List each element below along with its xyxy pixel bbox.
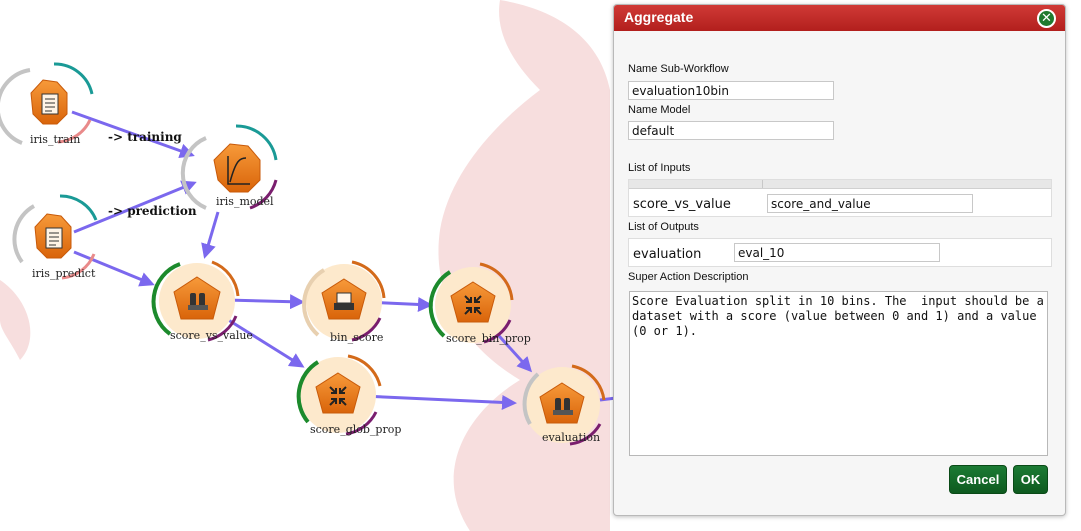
column-divider bbox=[762, 180, 763, 188]
inputs-table-header bbox=[629, 180, 1051, 189]
node-label: iris_predict bbox=[32, 267, 96, 280]
node-evaluation[interactable]: evaluation bbox=[522, 364, 606, 446]
inputs-table: score_vs_value score_and_value bbox=[628, 179, 1052, 217]
edge-glob-to-eval bbox=[361, 394, 517, 410]
node-label: score_vs_value bbox=[170, 329, 253, 342]
node-iris-predict[interactable]: iris_predict bbox=[12, 194, 98, 280]
name-model-input[interactable]: default bbox=[628, 121, 834, 140]
edge-label-training: -> training bbox=[108, 130, 182, 144]
dialog-title: Aggregate bbox=[624, 9, 694, 25]
aggregate-dialog: Aggregate ✕ Name Sub-Workflow evaluation… bbox=[613, 4, 1066, 516]
dialog-header[interactable]: Aggregate ✕ bbox=[614, 5, 1065, 31]
node-iris-model[interactable]: iris_model bbox=[180, 124, 278, 210]
input-value-field[interactable]: score_and_value bbox=[767, 194, 973, 213]
description-textarea[interactable]: Score Evaluation split in 10 bins. The i… bbox=[629, 291, 1048, 456]
close-icon: ✕ bbox=[1041, 11, 1052, 26]
printer-icon bbox=[334, 292, 354, 310]
input-name-cell: score_vs_value bbox=[633, 197, 731, 212]
edge-model-to-score bbox=[201, 211, 220, 259]
node-label: evaluation bbox=[542, 431, 600, 444]
document-icon bbox=[41, 93, 59, 115]
inputs-label: List of Inputs bbox=[628, 162, 691, 174]
node-label: score_bin_prop bbox=[446, 332, 531, 345]
watermark-logo bbox=[0, 0, 610, 531]
output-name-cell: evaluation bbox=[633, 247, 702, 262]
outputs-table: evaluation eval_10 bbox=[628, 238, 1052, 267]
name-subworkflow-label: Name Sub-Workflow bbox=[628, 63, 729, 75]
edge-score-to-bin bbox=[225, 294, 305, 310]
node-label: bin_score bbox=[330, 331, 383, 344]
name-model-label: Name Model bbox=[628, 104, 691, 116]
edge-label-prediction: -> prediction bbox=[108, 204, 197, 218]
node-score-vs-value[interactable]: score_vs_value bbox=[151, 260, 253, 342]
node-bin-score[interactable]: bin_score bbox=[302, 260, 386, 344]
outputs-label: List of Outputs bbox=[628, 221, 699, 233]
cancel-button[interactable]: Cancel bbox=[949, 465, 1007, 494]
node-label: iris_model bbox=[216, 195, 274, 208]
document-icon bbox=[45, 227, 63, 249]
node-iris-train[interactable]: iris_train bbox=[0, 62, 94, 146]
node-label: score_glob_prop bbox=[310, 423, 401, 436]
node-label: iris_train bbox=[30, 133, 80, 146]
description-label: Super Action Description bbox=[628, 271, 749, 283]
output-value-field[interactable]: eval_10 bbox=[734, 243, 940, 262]
name-subworkflow-input[interactable]: evaluation10bin bbox=[628, 81, 834, 100]
ok-button[interactable]: OK bbox=[1013, 465, 1048, 494]
close-button[interactable]: ✕ bbox=[1037, 9, 1056, 28]
